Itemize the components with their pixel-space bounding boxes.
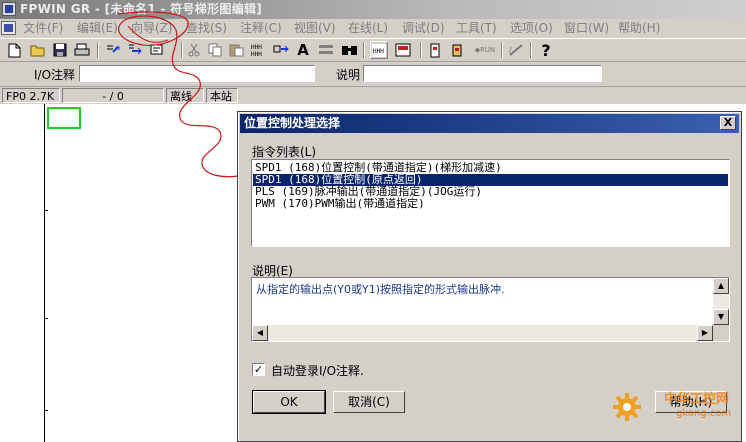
window-titlebar: FPWIN GR - [未命名1 - 符号梯形图编辑] xyxy=(0,0,746,19)
toolbar: HHH HHH A HHH ◆RUN / ? xyxy=(0,39,746,62)
list-item[interactable]: PWM (170)PWM输出(带通道指定) xyxy=(253,198,728,210)
text-icon[interactable]: A xyxy=(294,41,312,59)
description-box: 从指定的输出点(Y0或Y1)按照指定的形式输出脉冲. ▲ ▼ ◀ ▶ xyxy=(251,277,730,342)
menu-window[interactable]: 窗口(W) xyxy=(564,19,609,38)
ok-button[interactable]: OK xyxy=(252,390,326,414)
ladder-cursor[interactable] xyxy=(47,107,81,129)
monitor-panel-icon[interactable] xyxy=(394,41,412,59)
menu-online[interactable]: 在线(L) xyxy=(348,19,388,38)
compile-icon[interactable] xyxy=(126,41,144,59)
app-icon[interactable] xyxy=(2,2,16,16)
description-text: 从指定的输出点(Y0或Y1)按照指定的形式输出脉冲. xyxy=(256,283,505,296)
wizard-icon[interactable] xyxy=(104,41,122,59)
menu-bar: 文件(F) 编辑(E) 向导(Z) 查找(S) 注释(C) 视图(V) 在线(L… xyxy=(0,19,746,39)
svg-text:/: / xyxy=(509,46,512,55)
scroll-down-icon[interactable]: ▼ xyxy=(713,309,729,325)
svg-text:HHH: HHH xyxy=(373,48,384,55)
ladder-view-icon[interactable]: HHH xyxy=(370,41,388,59)
scroll-up-icon[interactable]: ▲ xyxy=(713,278,729,294)
new-file-icon[interactable] xyxy=(5,41,23,59)
cut-icon[interactable] xyxy=(185,41,203,59)
gear-icon xyxy=(613,393,641,421)
help-icon[interactable]: ? xyxy=(537,41,555,60)
io-comment-field[interactable] xyxy=(79,65,315,82)
watermark-url: gkong.com xyxy=(676,408,732,419)
monitor-icon[interactable] xyxy=(148,41,166,59)
block-move-icon[interactable] xyxy=(272,41,290,59)
vertical-scrollbar[interactable]: ▲ ▼ xyxy=(713,278,729,325)
scroll-left-icon[interactable]: ◀ xyxy=(252,325,268,341)
auto-register-label: 自动登录I/O注释. xyxy=(271,364,364,378)
left-power-rail xyxy=(44,104,45,442)
menu-file[interactable]: 文件(F) xyxy=(23,19,63,38)
instruction-list-label: 指令列表(L) xyxy=(252,145,317,159)
run-prog-icon[interactable]: / xyxy=(507,41,525,59)
horizontal-scrollbar[interactable]: ◀ ▶ xyxy=(252,325,713,341)
watermark-logo: 中华工控网 gkong.com xyxy=(610,388,744,434)
open-folder-icon[interactable] xyxy=(29,41,47,59)
menu-edit[interactable]: 编辑(E) xyxy=(77,19,118,38)
line-icon[interactable] xyxy=(317,41,335,59)
copy-icon[interactable] xyxy=(206,41,224,59)
document-icon[interactable] xyxy=(1,21,16,35)
find-icon[interactable] xyxy=(340,41,358,59)
svg-text:HHH: HHH xyxy=(251,51,262,57)
close-icon[interactable]: X xyxy=(720,116,736,130)
cancel-button[interactable]: 取消(C) xyxy=(333,391,405,413)
dialog-title: 位置控制处理选择 xyxy=(244,116,341,130)
io-comment-label: I/O注释 xyxy=(34,68,76,82)
instruction-list[interactable]: SPD1 (168)位置控制(带通道指定)(梯形加减速) SPD1 (168)位… xyxy=(251,159,730,247)
plc-read-icon[interactable] xyxy=(426,41,444,59)
run-mode-icon[interactable]: ◆RUN xyxy=(473,41,497,59)
station: 本站 xyxy=(206,88,238,103)
menu-debug[interactable]: 调试(D) xyxy=(402,19,445,38)
io-comment-bar: I/O注释 说明 xyxy=(0,62,746,87)
online-mode: 离线 xyxy=(166,88,204,103)
print-icon[interactable] xyxy=(73,41,91,59)
block-copy-icon[interactable]: HHH HHH xyxy=(250,41,268,59)
menu-wizard[interactable]: 向导(Z) xyxy=(131,19,173,38)
paste-icon[interactable] xyxy=(227,41,245,59)
menu-comment[interactable]: 注释(C) xyxy=(240,19,282,38)
window-title: FPWIN GR - [未命名1 - 符号梯形图编辑] xyxy=(20,2,263,16)
plc-write-icon[interactable] xyxy=(448,41,466,59)
scroll-right-icon[interactable]: ▶ xyxy=(697,325,713,341)
menu-help[interactable]: 帮助(H) xyxy=(618,19,660,38)
description-field[interactable] xyxy=(363,65,602,82)
svg-text:HHH: HHH xyxy=(251,44,262,51)
menu-view[interactable]: 视图(V) xyxy=(294,19,336,38)
scroll-corner xyxy=(713,325,729,341)
auto-register-checkbox[interactable]: ✓ xyxy=(252,363,265,376)
save-icon[interactable] xyxy=(51,41,69,59)
description-label: 说明 xyxy=(336,68,361,82)
step-position: - / 0 xyxy=(62,88,164,103)
status-row: FP0 2.7K - / 0 离线 本站 xyxy=(0,87,746,104)
menu-options[interactable]: 选项(O) xyxy=(510,19,553,38)
dialog-titlebar: 位置控制处理选择 X xyxy=(240,114,739,133)
plc-type: FP0 2.7K xyxy=(2,88,60,103)
watermark-text: 中华工控网 xyxy=(664,392,730,407)
menu-tools[interactable]: 工具(T) xyxy=(456,19,497,38)
menu-search[interactable]: 查找(S) xyxy=(186,19,227,38)
